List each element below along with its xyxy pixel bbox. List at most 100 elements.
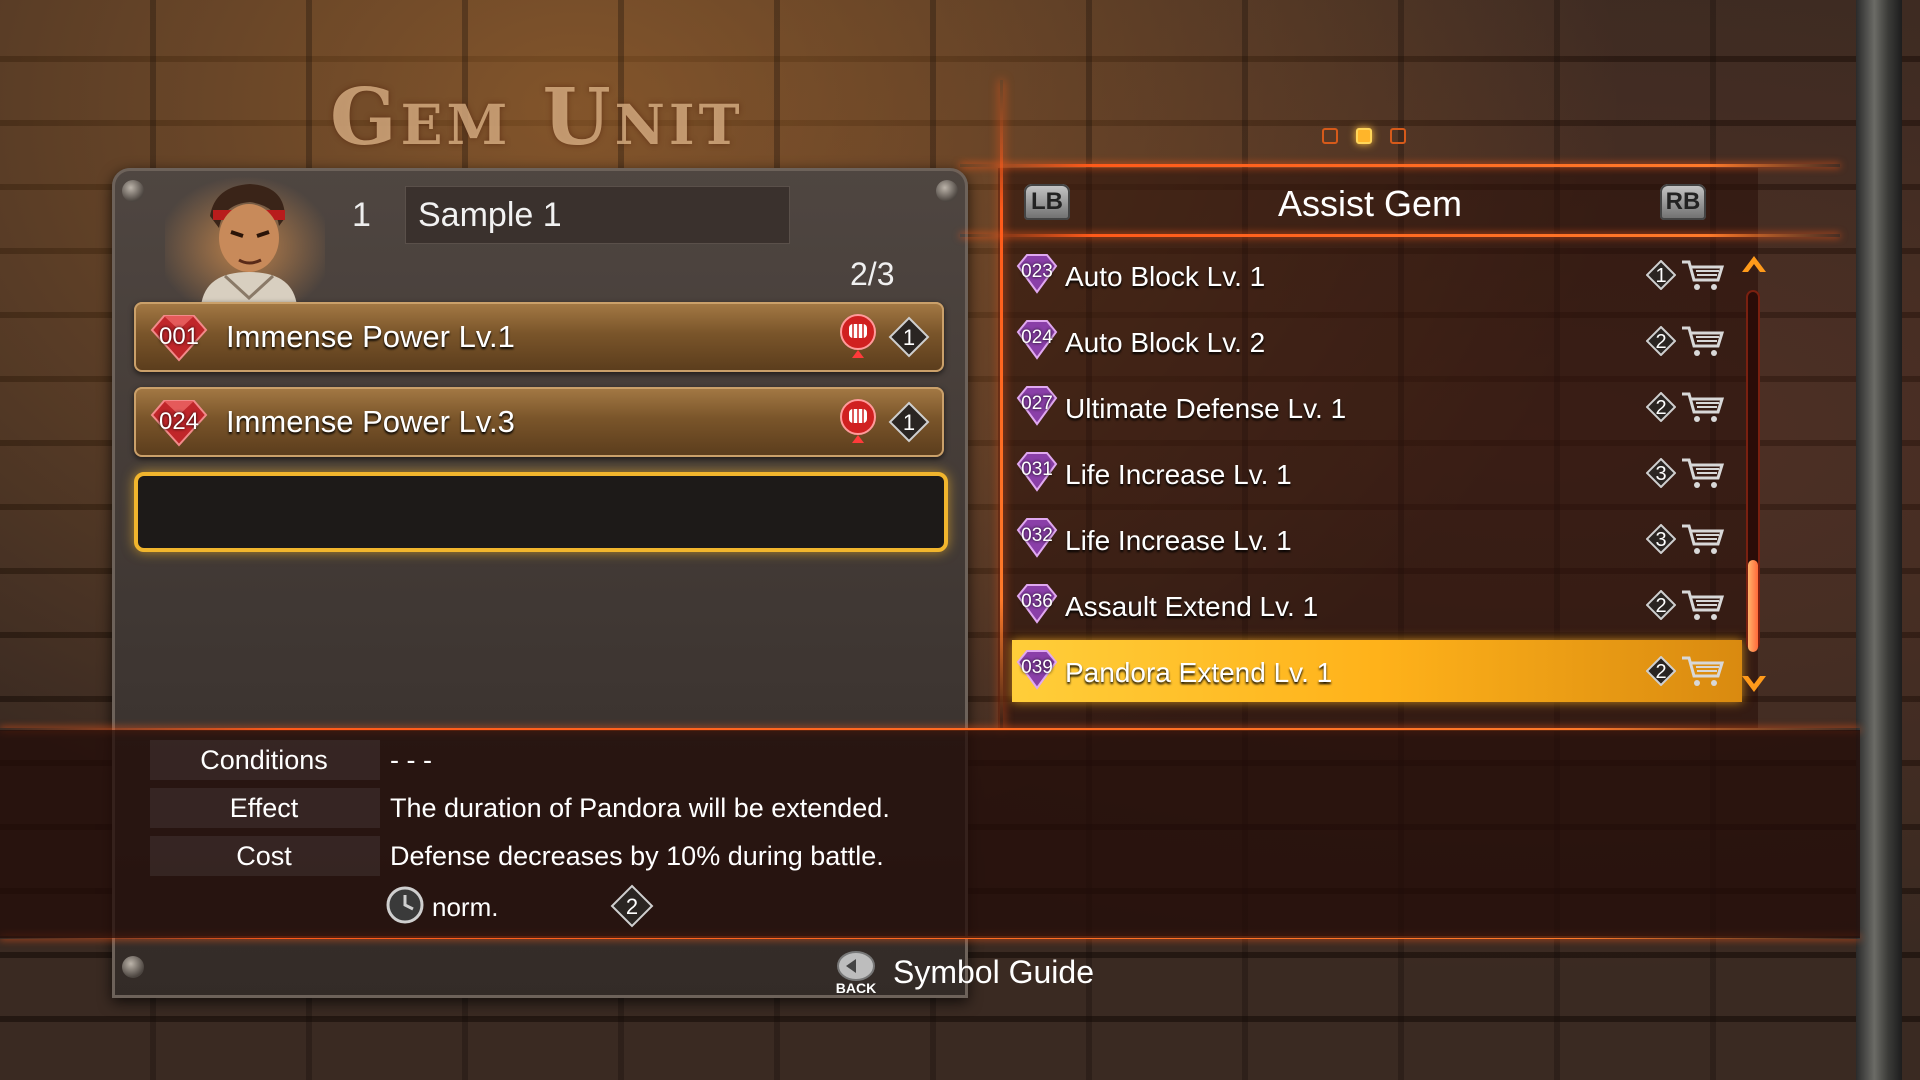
gem-cost: 3	[1655, 463, 1667, 485]
clock-icon	[386, 886, 424, 924]
gem-cost: 2	[625, 894, 639, 919]
assist-gem-icon: 039	[1014, 648, 1060, 690]
scroll-down-arrow-icon[interactable]	[1740, 674, 1768, 694]
assist-gem-icon: 031	[1014, 450, 1060, 492]
cart-icon	[1682, 590, 1724, 620]
scroll-up-arrow-icon[interactable]	[1740, 254, 1768, 274]
gem-id: 036	[1021, 591, 1053, 612]
slot-count: 2/3	[850, 256, 895, 292]
assist-gem-icon: 032	[1014, 516, 1060, 558]
cost-diamond-icon: 1	[888, 316, 930, 358]
page-dot	[1390, 128, 1406, 144]
scrollbar-thumb[interactable]	[1748, 560, 1758, 652]
cart-icon	[1682, 656, 1724, 686]
loadout-name-field[interactable]: Sample 1	[405, 186, 790, 244]
divider-glow	[960, 164, 1840, 167]
symbol-guide-label[interactable]: Symbol Guide	[893, 954, 1094, 991]
cost-diamond-icon: 3	[1646, 458, 1676, 488]
power-fist-icon	[840, 399, 876, 443]
conditions-label: Conditions	[200, 745, 328, 775]
page-dot	[1322, 128, 1338, 144]
cart-icon	[1682, 458, 1724, 488]
gem-id: 039	[1021, 657, 1053, 678]
gem-list-item[interactable]: 023 Auto Block Lv. 1 1	[1012, 244, 1742, 306]
gem-list-item[interactable]: 032 Life Increase Lv. 1 3	[1012, 508, 1742, 570]
gem-cost: 2	[1655, 595, 1667, 617]
gem-name: Immense Power Lv.1	[226, 319, 515, 354]
gem-id: 031	[1021, 459, 1053, 480]
gem-id: 024	[158, 408, 200, 435]
panel-bolt	[122, 956, 144, 978]
assist-gem-icon: 024	[1014, 318, 1060, 360]
gem-cost: 2	[1655, 331, 1667, 353]
assist-gem-icon: 036	[1014, 582, 1060, 624]
cost-diamond-icon: 2	[1646, 590, 1676, 620]
gem-name: Ultimate Defense Lv. 1	[1065, 393, 1347, 424]
gem-id: 032	[1021, 525, 1053, 546]
assist-gem-icon: 023	[1014, 252, 1060, 294]
loadout-number: 1	[352, 196, 371, 234]
gem-name: Immense Power Lv.3	[226, 404, 515, 439]
gem-name: Auto Block Lv. 2	[1065, 327, 1266, 358]
gem-name: Life Increase Lv. 1	[1065, 459, 1292, 490]
gem-id: 001	[158, 323, 200, 350]
gem-cost: 1	[902, 410, 916, 435]
divider-glow-vertical	[1000, 80, 1003, 730]
wall-pipe	[1856, 0, 1902, 1080]
gem-name: Life Increase Lv. 1	[1065, 525, 1292, 556]
gem-cost: 2	[1655, 661, 1667, 683]
gem-id: 027	[1021, 393, 1053, 414]
cart-icon	[1682, 524, 1724, 554]
rb-button[interactable]: RB	[1660, 184, 1706, 220]
gem-id: 023	[1021, 261, 1053, 282]
power-fist-icon	[840, 314, 876, 358]
gem-cost: 1	[1655, 265, 1667, 287]
gem-cost: 1	[902, 325, 916, 350]
gem-list-item[interactable]: 027 Ultimate Defense Lv. 1 2	[1012, 376, 1742, 438]
cost-label: Cost	[236, 841, 292, 871]
equipped-gem-slot[interactable]: 024 Immense Power Lv.3 1	[134, 387, 944, 457]
cost-diamond-icon: 1	[888, 401, 930, 443]
effect-label: Effect	[229, 793, 299, 823]
character-portrait	[165, 176, 325, 306]
power-gem-icon: 001	[146, 312, 212, 362]
panel-bolt	[122, 180, 144, 202]
power-gem-icon: 024	[146, 397, 212, 447]
gem-cost: 2	[1655, 397, 1667, 419]
cart-icon	[1682, 326, 1724, 356]
gem-list-item[interactable]: 031 Life Increase Lv. 1 3	[1012, 442, 1742, 504]
cart-icon	[1682, 260, 1724, 290]
cost-diamond-icon: 2	[1646, 392, 1676, 422]
screen-title: Gem Unit	[330, 72, 744, 163]
page-indicator	[1322, 128, 1406, 144]
effect-value: The duration of Pandora will be extended…	[390, 793, 890, 823]
cost-value: Defense decreases by 10% during battle.	[390, 841, 884, 871]
cart-icon	[1682, 392, 1724, 422]
gem-list-item[interactable]: 024 Auto Block Lv. 2 2	[1012, 310, 1742, 372]
page-dot-active	[1356, 128, 1372, 144]
gem-list-item[interactable]: 036 Assault Extend Lv. 1 2	[1012, 574, 1742, 636]
equipped-gem-slot[interactable]: 001 Immense Power Lv.1 1	[134, 302, 944, 372]
divider-glow	[960, 234, 1840, 237]
empty-gem-slot[interactable]	[134, 472, 948, 552]
loadout-name: Sample 1	[418, 196, 562, 234]
cost-diamond-icon: 3	[1646, 524, 1676, 554]
back-label: BACK	[835, 980, 877, 996]
lb-button[interactable]: LB	[1024, 184, 1070, 220]
gem-list-item-selected[interactable]: 039 Pandora Extend Lv. 1 2	[1012, 640, 1742, 702]
conditions-value: - - -	[390, 745, 432, 775]
assist-gem-icon: 027	[1014, 384, 1060, 426]
cost-diamond-icon: 2	[610, 884, 654, 928]
gem-name: Auto Block Lv. 1	[1065, 261, 1266, 292]
panel-bolt	[936, 180, 958, 202]
cost-diamond-icon: 2	[1646, 656, 1676, 686]
back-button-icon[interactable]: BACK	[834, 950, 878, 996]
cost-diamond-icon: 1	[1646, 260, 1676, 290]
cost-diamond-icon: 2	[1646, 326, 1676, 356]
timing-text: norm.	[432, 892, 499, 922]
gem-name: Assault Extend Lv. 1	[1065, 591, 1319, 622]
gem-id: 024	[1021, 327, 1053, 348]
gem-name: Pandora Extend Lv. 1	[1065, 657, 1333, 688]
gem-category-title: Assist Gem	[1277, 183, 1463, 224]
gem-cost: 3	[1655, 529, 1667, 551]
